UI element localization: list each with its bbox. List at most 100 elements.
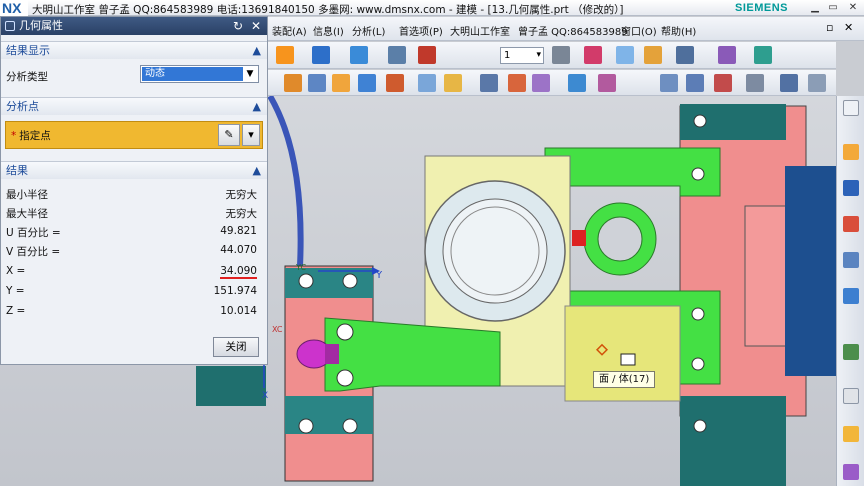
layer-select[interactable]: 1 (500, 47, 544, 64)
min-radius-label: 最小半径 (6, 189, 48, 201)
z-coord-value: 10.014 (220, 305, 257, 317)
collapse-icon[interactable]: ▲ (253, 42, 261, 59)
nx-logo: NX (0, 0, 28, 16)
u-percent-label: U 百分比 = (6, 227, 61, 239)
menu-minimize-icon[interactable]: ▫ (826, 21, 833, 34)
window-title: 大明山工作室 曾子孟 QQ:864583989 电话:13691840150 多… (32, 4, 624, 16)
part-edge-arc (267, 96, 304, 267)
grid-icon[interactable] (754, 46, 772, 64)
section-title: 结果显示 (6, 44, 50, 57)
menu-window[interactable]: 窗口(O) (621, 23, 657, 38)
surface-icon[interactable] (660, 74, 678, 92)
reuse-library-icon[interactable] (843, 252, 859, 268)
resource-toggle-icon[interactable] (843, 100, 859, 116)
base-plate-left (196, 366, 266, 406)
constraint-navigator-icon[interactable] (843, 180, 859, 196)
thicken-icon[interactable] (808, 74, 826, 92)
pattern-icon[interactable] (598, 74, 616, 92)
point-dialog-icon[interactable]: ✎ (218, 124, 240, 146)
dialog-title-bar[interactable]: 几何属性 ↻ ✕ (1, 17, 267, 35)
offset-icon[interactable] (568, 74, 586, 92)
restore-icon[interactable]: ▭ (826, 1, 840, 14)
bolt-hole (342, 273, 358, 289)
chamfer-icon[interactable] (480, 74, 498, 92)
close-window-icon[interactable]: ✕ (846, 1, 860, 14)
block-icon[interactable] (332, 74, 350, 92)
menu-help[interactable]: 帮助(H) (661, 23, 696, 38)
roles-icon[interactable] (843, 464, 859, 480)
display-icon[interactable] (676, 46, 694, 64)
cube-icon[interactable] (350, 46, 368, 64)
bolt-hole (342, 418, 358, 434)
axis-yc-label: YC (295, 263, 306, 272)
point-type-chevron-icon[interactable]: ▾ (242, 124, 260, 146)
view-icon[interactable] (276, 46, 294, 64)
collapse-icon[interactable]: ▲ (253, 162, 261, 179)
bolt-hole (298, 418, 314, 434)
x-coord-label: X = (6, 265, 26, 277)
analysis-type-label: 分析类型 (6, 71, 48, 83)
part-navigator-icon[interactable] (843, 216, 859, 232)
analysis-type-value: 动态 (142, 67, 243, 81)
menu-bar: 装配(A) 信息(I) 分析(L) 首选项(P) 大明山工作室 曾子孟 QQ:8… (268, 17, 864, 41)
palette-icon[interactable] (843, 426, 859, 442)
collapse-icon[interactable]: ▲ (253, 98, 261, 115)
tools-icon[interactable] (644, 46, 662, 64)
wcs-icon[interactable] (584, 46, 602, 64)
axis-xc-label: XC (272, 325, 283, 334)
curve-icon[interactable] (714, 74, 732, 92)
render-icon[interactable] (418, 46, 436, 64)
toolbar-features (268, 70, 836, 96)
fixture-bottom-plate (680, 396, 786, 486)
title-bar: NX 大明山工作室 曾子孟 QQ:864583989 电话:1369184015… (0, 0, 864, 16)
analysis-type-select[interactable]: 动态 ▼ (140, 65, 259, 83)
trim-icon[interactable] (532, 74, 550, 92)
section-result-display[interactable]: 结果显示 ▲ (1, 41, 267, 59)
menu-info[interactable]: 信息(I) (313, 23, 344, 38)
clock-icon[interactable] (843, 388, 859, 404)
blue-clamp (785, 166, 836, 376)
selection-tooltip: 面 / 体(17) (593, 371, 656, 388)
menu-studio[interactable]: 大明山工作室 (450, 23, 510, 38)
sweep-icon[interactable] (746, 74, 764, 92)
red-pin (572, 230, 586, 246)
revolve-icon[interactable] (308, 74, 326, 92)
axis-x-label: X (262, 391, 268, 401)
draft-icon[interactable] (508, 74, 526, 92)
max-radius-label: 最大半径 (6, 208, 48, 220)
menu-author[interactable]: 曾子孟 QQ:864583989 (518, 23, 628, 38)
z-coord-label: Z = (6, 305, 26, 317)
assembly-navigator-icon[interactable] (843, 144, 859, 160)
mesh-icon[interactable] (686, 74, 704, 92)
menu-preferences[interactable]: 首选项(P) (399, 23, 443, 38)
menu-assembly[interactable]: 装配(A) (272, 23, 307, 38)
layer-icon[interactable] (552, 46, 570, 64)
cylinder-icon[interactable] (358, 74, 376, 92)
x-coord-value: 34.090 (220, 265, 257, 279)
web-browser-icon[interactable] (843, 288, 859, 304)
extrude-icon[interactable] (284, 74, 302, 92)
history-icon[interactable] (843, 344, 859, 360)
menu-analysis[interactable]: 分析(L) (352, 23, 385, 38)
menu-close-icon[interactable]: ✕ (844, 21, 853, 34)
close-button[interactable]: 关闭 (213, 337, 259, 357)
v-percent-label: V 百分比 = (6, 246, 61, 258)
boolean-icon[interactable] (386, 74, 404, 92)
chevron-down-icon[interactable]: ▼ (243, 67, 257, 81)
sew-icon[interactable] (780, 74, 798, 92)
shell-icon[interactable] (418, 74, 436, 92)
measure-icon[interactable] (718, 46, 736, 64)
siemens-logo: SIEMENS (735, 2, 789, 14)
specify-point-row[interactable]: * 指定点 ✎ ▾ (5, 121, 263, 149)
minimize-icon[interactable]: ▁ (808, 1, 822, 14)
shade-icon[interactable] (388, 46, 406, 64)
section-analysis-point[interactable]: 分析点 ▲ (1, 97, 267, 115)
max-radius-value: 无穷大 (225, 208, 258, 220)
dialog-close-icon[interactable]: ✕ (251, 17, 261, 35)
magenta-pin (325, 344, 339, 364)
toggle-icon[interactable] (616, 46, 634, 64)
fit-icon[interactable] (312, 46, 330, 64)
section-results[interactable]: 结果 ▲ (1, 161, 267, 179)
blend-icon[interactable] (444, 74, 462, 92)
reset-icon[interactable]: ↻ (233, 17, 243, 35)
